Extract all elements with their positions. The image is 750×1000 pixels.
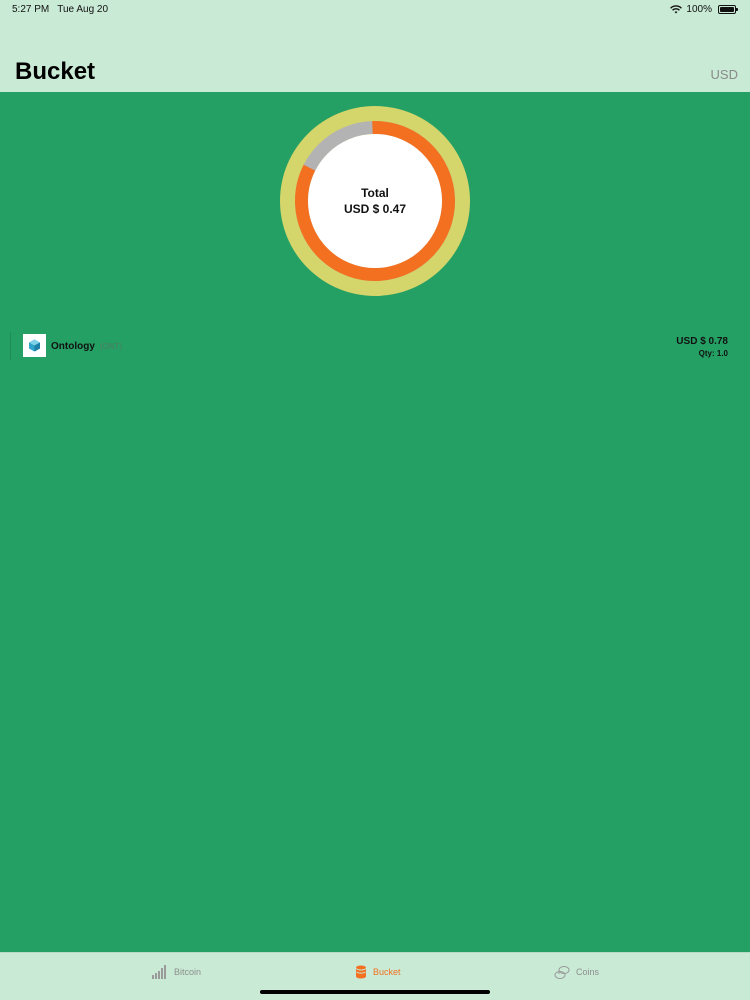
donut-center: Total USD $ 0.47 (280, 106, 470, 296)
page-title: Bucket (15, 58, 96, 85)
battery-icon (718, 5, 738, 14)
navigation-bar: Bucket USD (0, 20, 750, 92)
total-label: Total (361, 186, 389, 200)
status-time: 5:27 PM (12, 4, 50, 15)
home-indicator (260, 990, 490, 994)
tab-bucket-label: Bucket (373, 967, 401, 977)
bucket-icon (356, 965, 366, 979)
wifi-icon (670, 5, 683, 14)
tab-coins[interactable]: Coins (554, 965, 599, 979)
coin-value: USD $ 0.78 (676, 336, 728, 347)
row-divider (10, 332, 11, 360)
holding-row-ontology[interactable]: Ontology (ONT) USD $ 0.78 Qty: 1.0 (10, 332, 740, 360)
coin-symbol: (ONT) (100, 342, 123, 351)
battery-percent: 100% (686, 4, 712, 15)
currency-button[interactable]: USD (711, 67, 738, 82)
coins-icon (554, 966, 570, 979)
bar-chart-icon (152, 965, 166, 979)
bucket-content: Total USD $ 0.47 Ontology (ONT) USD $ 0.… (0, 92, 750, 952)
tab-bitcoin-label: Bitcoin (174, 967, 202, 977)
portfolio-donut-chart: Total USD $ 0.47 (280, 106, 470, 296)
status-bar: 5:27 PM Tue Aug 20 100% (0, 0, 750, 20)
tab-bitcoin[interactable]: Bitcoin (152, 965, 201, 979)
ontology-logo-icon (23, 334, 46, 357)
coin-quantity: Qty: 1.0 (698, 349, 728, 358)
total-value: USD $ 0.47 (343, 202, 407, 216)
coin-name: Ontology (51, 341, 95, 352)
status-date: Tue Aug 20 (57, 4, 109, 15)
tab-bucket[interactable]: Bucket (355, 965, 401, 979)
tab-coins-label: Coins (576, 967, 600, 977)
